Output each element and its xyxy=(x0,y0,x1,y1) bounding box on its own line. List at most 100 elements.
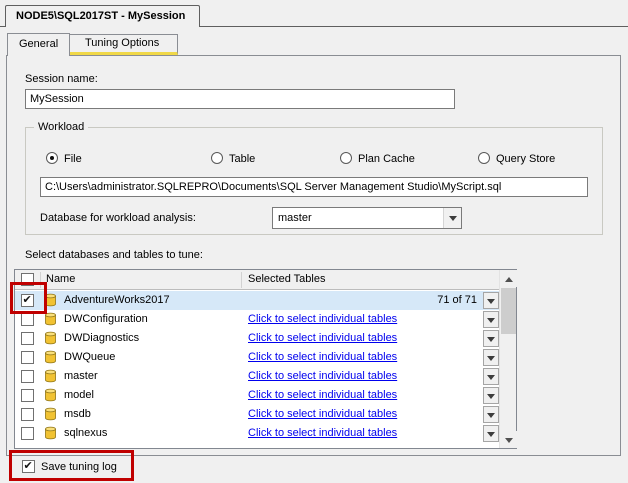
row-checkbox[interactable] xyxy=(21,370,34,383)
database-name: master xyxy=(64,370,98,382)
row-checkbox[interactable] xyxy=(21,389,34,402)
radio-file-circle[interactable] xyxy=(46,152,58,164)
radio-table-circle[interactable] xyxy=(211,152,223,164)
database-name: DWQueue xyxy=(64,351,116,363)
column-header-name[interactable]: Name xyxy=(46,270,75,289)
session-name-input[interactable] xyxy=(25,89,455,109)
header-checkbox[interactable] xyxy=(21,273,34,286)
save-tuning-log-checkbox[interactable] xyxy=(22,460,35,473)
radio-table-label: Table xyxy=(229,153,256,165)
save-tuning-log-option[interactable]: Save tuning log xyxy=(22,460,117,476)
header-divider xyxy=(241,272,242,288)
tab-general-label: General xyxy=(19,38,59,50)
row-dropdown-button[interactable] xyxy=(483,406,499,423)
database-analysis-value: master xyxy=(278,212,312,224)
database-analysis-select[interactable]: master xyxy=(272,207,462,229)
row-dropdown-button[interactable] xyxy=(483,311,499,328)
radio-file-label: File xyxy=(64,153,82,165)
selected-tables-count: 71 of 71 xyxy=(437,294,477,306)
select-tables-link[interactable]: Click to select individual tables xyxy=(248,332,397,344)
tab-tuning-options[interactable]: Tuning Options xyxy=(66,34,179,55)
database-analysis-label: Database for workload analysis: xyxy=(40,212,196,224)
select-tables-link[interactable]: Click to select individual tables xyxy=(248,408,397,420)
database-name: DWConfiguration xyxy=(64,313,148,325)
row-dropdown-button[interactable] xyxy=(483,330,499,347)
radio-query-store[interactable]: Query Store xyxy=(478,152,555,166)
row-checkbox[interactable] xyxy=(21,408,34,421)
database-icon xyxy=(44,331,57,345)
chevron-down-icon xyxy=(487,298,495,304)
row-dropdown-button[interactable] xyxy=(483,425,499,442)
table-scrollbar[interactable] xyxy=(499,270,517,448)
row-checkbox[interactable] xyxy=(21,294,34,307)
session-document-tab[interactable]: NODE5\SQL2017ST - MySession xyxy=(5,5,201,27)
workload-group-label: Workload xyxy=(34,121,89,133)
row-checkbox[interactable] xyxy=(21,351,34,364)
radio-table[interactable]: Table xyxy=(211,152,255,166)
database-icon xyxy=(44,312,57,326)
chevron-down-icon xyxy=(487,336,495,342)
radio-query-store-circle[interactable] xyxy=(478,152,490,164)
workload-file-path-input[interactable] xyxy=(40,177,588,197)
chevron-down-icon xyxy=(487,431,495,437)
radio-plan-cache-label: Plan Cache xyxy=(358,153,415,165)
database-name: DWDiagnostics xyxy=(64,332,140,344)
database-name: AdventureWorks2017 xyxy=(64,294,170,306)
row-checkbox[interactable] xyxy=(21,313,34,326)
radio-plan-cache-circle[interactable] xyxy=(340,152,352,164)
chevron-down-icon xyxy=(487,317,495,323)
session-name-label: Session name: xyxy=(25,73,98,85)
table-header: Name Selected Tables xyxy=(15,270,516,290)
session-document-tab-label: NODE5\SQL2017ST - MySession xyxy=(16,10,186,22)
table-row-dwconfiguration[interactable]: DWConfiguration Click to select individu… xyxy=(15,310,499,329)
select-tables-link[interactable]: Click to select individual tables xyxy=(248,313,397,325)
table-row-model[interactable]: model Click to select individual tables xyxy=(15,386,499,405)
table-row-msdb[interactable]: msdb Click to select individual tables xyxy=(15,405,499,424)
scroll-down-button[interactable] xyxy=(500,431,517,448)
database-icon xyxy=(44,388,57,402)
table-rows: AdventureWorks2017 71 of 71 DWConfigurat… xyxy=(15,291,499,448)
scrollbar-thumb[interactable] xyxy=(501,288,516,334)
chevron-down-icon xyxy=(487,355,495,361)
table-row-dwdiagnostics[interactable]: DWDiagnostics Click to select individual… xyxy=(15,329,499,348)
row-checkbox[interactable] xyxy=(21,427,34,440)
database-icon xyxy=(44,369,57,383)
scroll-up-button[interactable] xyxy=(500,270,517,287)
row-dropdown-button[interactable] xyxy=(483,349,499,366)
triangle-down-icon xyxy=(504,437,513,443)
database-icon xyxy=(44,426,57,440)
tab-general[interactable]: General xyxy=(7,33,71,56)
tune-section-label: Select databases and tables to tune: xyxy=(25,249,203,261)
column-header-selected-tables[interactable]: Selected Tables xyxy=(248,270,325,289)
chevron-down-icon xyxy=(487,374,495,380)
combo-dropdown-button[interactable] xyxy=(443,208,461,228)
table-row-sqlnexus[interactable]: sqlnexus Click to select individual tabl… xyxy=(15,424,499,443)
chevron-down-icon xyxy=(487,393,495,399)
save-tuning-log-label: Save tuning log xyxy=(41,461,117,473)
row-dropdown-button[interactable] xyxy=(483,292,499,309)
radio-file[interactable]: File xyxy=(46,152,82,166)
radio-plan-cache[interactable]: Plan Cache xyxy=(340,152,415,166)
radio-query-store-label: Query Store xyxy=(496,153,556,165)
general-tab-panel: Session name: Workload File Table Plan C… xyxy=(6,55,621,456)
row-dropdown-button[interactable] xyxy=(483,368,499,385)
select-tables-link[interactable]: Click to select individual tables xyxy=(248,370,397,382)
table-row-adventureworks2017[interactable]: AdventureWorks2017 71 of 71 xyxy=(15,291,499,310)
database-icon xyxy=(44,350,57,364)
select-tables-link[interactable]: Click to select individual tables xyxy=(248,351,397,363)
table-row-master[interactable]: master Click to select individual tables xyxy=(15,367,499,386)
table-row-dwqueue[interactable]: DWQueue Click to select individual table… xyxy=(15,348,499,367)
workload-groupbox: Workload File Table Plan Cache Query Sto… xyxy=(25,121,603,235)
row-dropdown-button[interactable] xyxy=(483,387,499,404)
database-name: msdb xyxy=(64,408,91,420)
header-divider xyxy=(40,272,41,288)
databases-table: Name Selected Tables AdventureWorks2017 … xyxy=(14,269,517,449)
select-tables-link[interactable]: Click to select individual tables xyxy=(248,427,397,439)
triangle-up-icon xyxy=(504,276,513,282)
database-icon xyxy=(44,407,57,421)
chevron-down-icon xyxy=(448,216,457,221)
row-checkbox[interactable] xyxy=(21,332,34,345)
database-name: model xyxy=(64,389,94,401)
document-panel: Tuning Options General Session name: Wor… xyxy=(0,26,628,483)
select-tables-link[interactable]: Click to select individual tables xyxy=(248,389,397,401)
